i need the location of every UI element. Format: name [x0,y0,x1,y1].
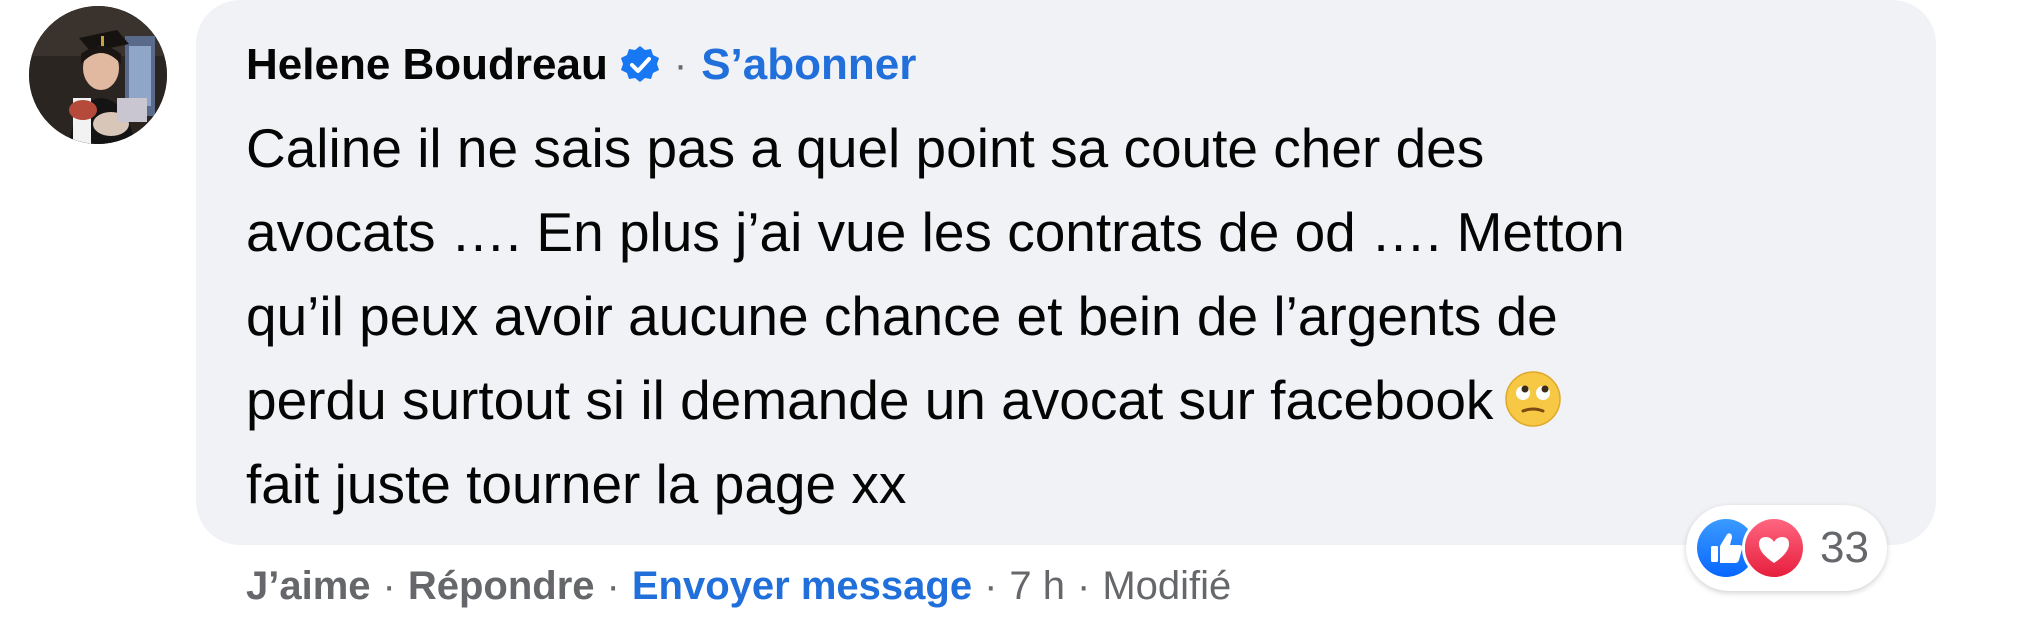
action-separator: · [382,563,396,608]
action-separator: · [606,563,620,608]
comment-timestamp[interactable]: 7 h [1009,564,1065,609]
face-with-rolling-eyes-emoji [1503,369,1563,429]
comment-actions: J’aime · Répondre · Envoyer message · 7 … [246,556,1231,616]
comment-text: Caline il ne sais pas a quel point sa co… [246,106,1906,526]
comment-line: fait juste tourner la page xx [246,453,907,515]
comment-line: Caline il ne sais pas a quel point sa co… [246,117,1485,179]
send-message-button[interactable]: Envoyer message [632,564,972,609]
action-separator: · [984,563,998,608]
comment-line: qu’il peux avoir aucune chance et bein d… [246,285,1558,347]
reaction-count: 33 [1820,523,1869,572]
comment-line: perdu surtout si il demande un avocat su… [246,369,1494,431]
verified-badge-icon [620,45,660,85]
header-separator: · [673,42,688,87]
action-separator: · [1077,563,1091,608]
author-name[interactable]: Helene Boudreau [246,40,608,90]
avatar[interactable] [29,6,167,144]
comment-line-with-emoji: perdu surtout si il demande un avocat su… [246,358,1906,442]
follow-button[interactable]: S’abonner [701,40,916,90]
edited-label[interactable]: Modifié [1102,564,1231,609]
love-icon [1742,516,1806,580]
like-button[interactable]: J’aime [246,564,371,609]
comment-header: Helene Boudreau · S’abonner [246,30,916,100]
comment-line: avocats …. En plus j’ai vue les contrats… [246,201,1625,263]
reply-button[interactable]: Répondre [408,564,595,609]
avatar-photo [29,6,167,144]
reactions-summary[interactable]: 33 [1686,505,1887,591]
